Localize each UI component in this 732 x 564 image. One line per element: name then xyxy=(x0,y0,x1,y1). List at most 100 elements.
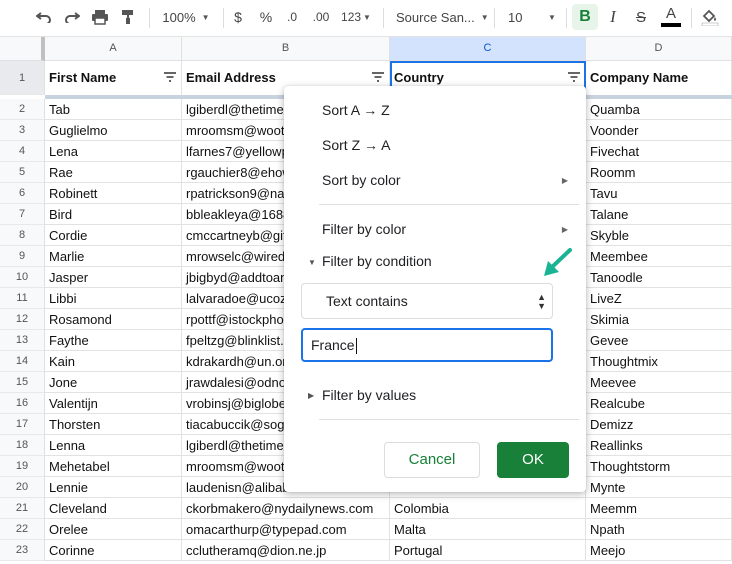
cell-first-name[interactable]: Mehetabel xyxy=(45,456,182,477)
cell-company[interactable]: Thoughtmix xyxy=(586,351,732,372)
menu-item-filter-by-color[interactable]: Filter by color xyxy=(322,221,406,237)
cell-country[interactable]: Malta xyxy=(390,519,586,540)
filter-icon[interactable] xyxy=(372,72,384,82)
row-header[interactable]: 10 xyxy=(0,267,45,288)
percent-button[interactable]: % xyxy=(258,0,274,34)
row-header[interactable]: 8 xyxy=(0,225,45,246)
row-header[interactable]: 23 xyxy=(0,540,45,561)
cell-first-name[interactable]: Cleveland xyxy=(45,498,182,519)
cancel-button[interactable]: Cancel xyxy=(384,442,480,478)
cell-first-name[interactable]: Robinett xyxy=(45,183,182,204)
cell-company[interactable]: Tanoodle xyxy=(586,267,732,288)
cell-first-name[interactable]: Lena xyxy=(45,141,182,162)
row-header[interactable]: 7 xyxy=(0,204,45,225)
row-header[interactable]: 12 xyxy=(0,309,45,330)
cell-company[interactable]: Roomm xyxy=(586,162,732,183)
row-header[interactable]: 19 xyxy=(0,456,45,477)
row-header[interactable]: 5 xyxy=(0,162,45,183)
condition-select[interactable]: Text contains ▲ ▼ xyxy=(301,283,553,319)
paint-format-icon[interactable] xyxy=(117,0,139,34)
column-header-c[interactable]: C xyxy=(390,37,586,61)
cell-company[interactable]: Fivechat xyxy=(586,141,732,162)
cell-first-name[interactable]: Corinne xyxy=(45,540,182,561)
cell-country[interactable]: Colombia xyxy=(390,498,586,519)
more-formats-button[interactable]: 123 ▼ xyxy=(339,0,373,34)
row-header[interactable]: 9 xyxy=(0,246,45,267)
cell-email[interactable]: ckorbmakero@nydailynews.com xyxy=(182,498,390,519)
bold-button[interactable]: B xyxy=(572,4,598,30)
row-header[interactable]: 16 xyxy=(0,393,45,414)
row-header[interactable]: 21 xyxy=(0,498,45,519)
cell-company[interactable]: Thoughtstorm xyxy=(586,456,732,477)
print-icon[interactable] xyxy=(89,0,111,34)
column-header-a[interactable]: A xyxy=(45,37,182,61)
cell-company[interactable]: Tavu xyxy=(586,183,732,204)
condition-value-input[interactable]: France xyxy=(301,328,553,362)
header-cell-company[interactable]: Company Name xyxy=(586,61,732,95)
row-header[interactable]: 13 xyxy=(0,330,45,351)
row-header[interactable]: 4 xyxy=(0,141,45,162)
cell-company[interactable]: Gevee xyxy=(586,330,732,351)
cell-first-name[interactable]: Thorsten xyxy=(45,414,182,435)
cell-first-name[interactable]: Cordie xyxy=(45,225,182,246)
cell-first-name[interactable]: Marlie xyxy=(45,246,182,267)
row-header[interactable]: 15 xyxy=(0,372,45,393)
strikethrough-button[interactable]: S xyxy=(630,0,652,34)
menu-item-sort-z-a[interactable]: Sort Z → A xyxy=(322,137,390,153)
cell-company[interactable]: Meembee xyxy=(586,246,732,267)
fill-color-icon[interactable] xyxy=(698,0,722,34)
cell-company[interactable]: Quamba xyxy=(586,99,732,120)
cell-company[interactable]: Mynte xyxy=(586,477,732,498)
row-header[interactable]: 20 xyxy=(0,477,45,498)
cell-first-name[interactable]: Bird xyxy=(45,204,182,225)
cell-first-name[interactable]: Tab xyxy=(45,99,182,120)
cell-country[interactable]: Portugal xyxy=(390,540,586,561)
increase-decimals-button[interactable]: .00 xyxy=(309,0,333,34)
row-header[interactable]: 6 xyxy=(0,183,45,204)
row-header[interactable]: 3 xyxy=(0,120,45,141)
cell-first-name[interactable]: Faythe xyxy=(45,330,182,351)
cell-first-name[interactable]: Jasper xyxy=(45,267,182,288)
undo-icon[interactable] xyxy=(33,0,55,34)
cell-first-name[interactable]: Jone xyxy=(45,372,182,393)
row-header[interactable]: 14 xyxy=(0,351,45,372)
row-header[interactable]: 18 xyxy=(0,435,45,456)
font-select[interactable]: Source San... ▼ xyxy=(390,0,494,34)
cell-company[interactable]: Meejo xyxy=(586,540,732,561)
redo-icon[interactable] xyxy=(61,0,83,34)
row-header[interactable]: 17 xyxy=(0,414,45,435)
menu-item-sort-by-color[interactable]: Sort by color xyxy=(322,172,572,188)
cell-email[interactable]: omacarthurp@typepad.com xyxy=(182,519,390,540)
filter-by-condition-toggle[interactable]: Filter by condition xyxy=(322,253,432,269)
text-color-button[interactable]: A xyxy=(659,0,683,34)
zoom-select[interactable]: 100% ▼ xyxy=(158,0,214,34)
cell-first-name[interactable]: Kain xyxy=(45,351,182,372)
cell-company[interactable]: Voonder xyxy=(586,120,732,141)
filter-icon[interactable] xyxy=(164,72,176,82)
cell-company[interactable]: Realcube xyxy=(586,393,732,414)
filter-by-values-toggle[interactable]: Filter by values xyxy=(322,387,416,403)
cell-company[interactable]: Npath xyxy=(586,519,732,540)
italic-button[interactable]: I xyxy=(602,0,624,34)
ok-button[interactable]: OK xyxy=(497,442,569,478)
row-header[interactable]: 22 xyxy=(0,519,45,540)
cell-first-name[interactable]: Orelee xyxy=(45,519,182,540)
currency-button[interactable]: $ xyxy=(230,0,246,34)
cell-email[interactable]: cclutheramq@dion.ne.jp xyxy=(182,540,390,561)
cell-company[interactable]: LiveZ xyxy=(586,288,732,309)
decrease-decimals-button[interactable]: .0 xyxy=(283,0,301,34)
cell-company[interactable]: Talane xyxy=(586,204,732,225)
row-header[interactable]: 2 xyxy=(0,99,45,120)
header-cell-first-name[interactable]: First Name xyxy=(45,61,182,95)
cell-first-name[interactable]: Lennie xyxy=(45,477,182,498)
cell-first-name[interactable]: Guglielmo xyxy=(45,120,182,141)
cell-first-name[interactable]: Libbi xyxy=(45,288,182,309)
cell-first-name[interactable]: Lenna xyxy=(45,435,182,456)
cell-company[interactable]: Skyble xyxy=(586,225,732,246)
font-size-select[interactable]: 10 ▼ xyxy=(502,0,568,34)
cell-first-name[interactable]: Rosamond xyxy=(45,309,182,330)
column-header-b[interactable]: B xyxy=(182,37,390,61)
cell-first-name[interactable]: Valentijn xyxy=(45,393,182,414)
cell-company[interactable]: Skimia xyxy=(586,309,732,330)
cell-company[interactable]: Demizz xyxy=(586,414,732,435)
